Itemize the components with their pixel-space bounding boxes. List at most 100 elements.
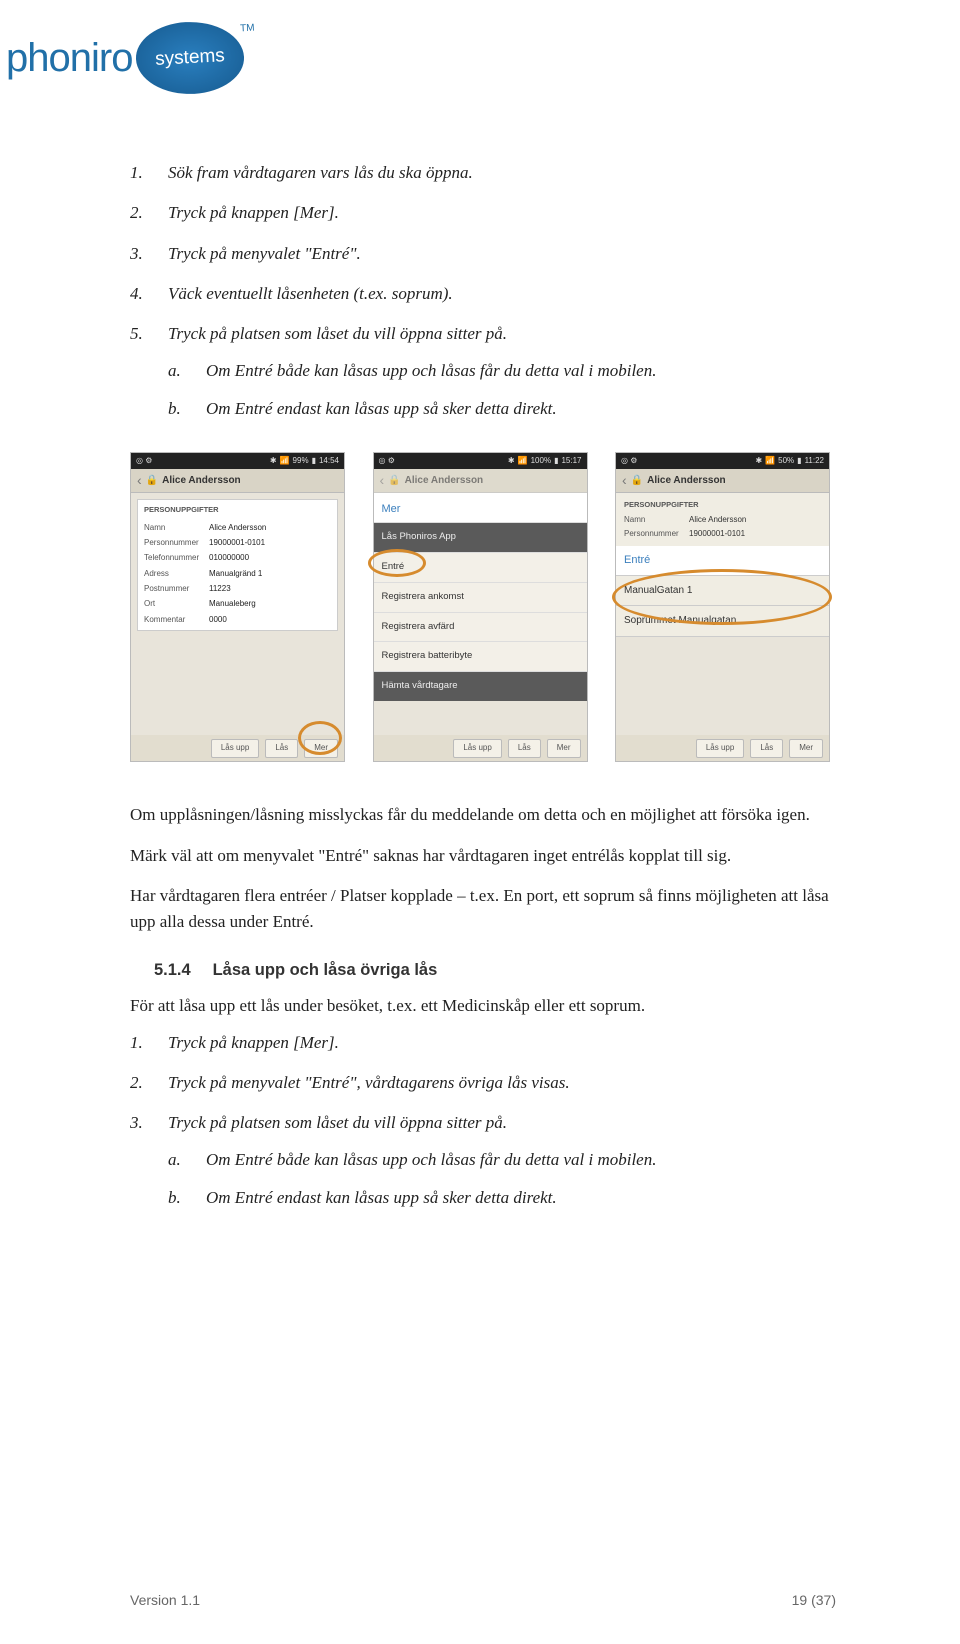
btn-mer[interactable]: Mer	[789, 739, 823, 757]
logo-badge: systems TM	[135, 19, 247, 97]
k-tel: Telefonnummer	[144, 552, 209, 564]
person-panel: PERSONUPPGIFTER NamnAlice Andersson Pers…	[137, 499, 338, 631]
v-namn: Alice Andersson	[209, 522, 266, 534]
paragraph-2: Märk väl att om menyvalet "Entré" saknas…	[130, 843, 830, 869]
title-text: Alice Andersson	[405, 473, 484, 489]
title-text: Alice Andersson	[162, 473, 241, 489]
status-right: ✱ 📶 100% ▮ 15:17	[508, 455, 582, 467]
step-3: Tryck på menyvalet "Entré".	[130, 241, 830, 267]
section-title: Låsa upp och låsa övriga lås	[213, 961, 438, 979]
v-ort: Manualeberg	[209, 598, 256, 610]
location-1[interactable]: ManualGatan 1	[616, 576, 829, 607]
status-bar: ◎ ⚙ ✱ 📶 100% ▮ 15:17	[374, 453, 587, 469]
back-icon[interactable]: ‹	[380, 470, 385, 492]
step514-3-text: Tryck på platsen som låset du vill öppna…	[168, 1113, 507, 1132]
lock-icon: 🔒	[631, 473, 643, 489]
signal-icon: 📶	[518, 455, 528, 467]
step-5b: Om Entré endast kan låsas upp så sker de…	[168, 396, 830, 422]
status-right: ✱ 📶 50% ▮ 11:22	[755, 455, 824, 467]
step-1: Sök fram vårdtagaren vars lås du ska öpp…	[130, 160, 830, 186]
entre-header: Entré	[616, 546, 829, 576]
k3-namn: Namn	[624, 514, 689, 526]
k-namn: Namn	[144, 522, 209, 534]
footer-page: 19 (37)	[792, 1592, 836, 1608]
step514-3a: Om Entré både kan låsas upp och låsas få…	[168, 1147, 830, 1173]
location-2[interactable]: Soprummet Manualgatan	[616, 606, 829, 637]
title-bar: ‹ 🔒 Alice Andersson	[374, 469, 587, 493]
back-icon[interactable]: ‹	[137, 470, 142, 492]
menu-item-hamta[interactable]: Hämta vårdtagare	[374, 671, 587, 701]
step-5-text: Tryck på platsen som låset du vill öppna…	[168, 324, 507, 343]
logo-text: phoniro	[6, 36, 132, 81]
steps-list-1: Sök fram vårdtagaren vars lås du ska öpp…	[130, 160, 830, 422]
document-body: Sök fram vårdtagaren vars lås du ska öpp…	[130, 160, 830, 1225]
status-bar: ◎ ⚙ ✱ 📶 50% ▮ 11:22	[616, 453, 829, 469]
panel-header: PERSONUPPGIFTER	[138, 500, 337, 520]
status-left: ◎ ⚙	[136, 455, 152, 467]
btn-mer[interactable]: Mer	[547, 739, 581, 757]
title-bar: ‹ 🔒 Alice Andersson	[131, 469, 344, 493]
clock: 11:22	[805, 455, 824, 467]
lock-icon: 🔒	[146, 473, 158, 489]
menu-header: Mer	[374, 493, 587, 522]
v-post: 11223	[209, 583, 231, 595]
mer-menu: Mer Lås Phoniros App Entré Registrera an…	[374, 493, 587, 700]
k-adr: Adress	[144, 568, 209, 580]
k-post: Postnummer	[144, 583, 209, 595]
btn-las[interactable]: Lås	[265, 739, 298, 757]
step514-3-sublist: Om Entré både kan låsas upp och låsas få…	[168, 1147, 830, 1212]
screenshot-2: ◎ ⚙ ✱ 📶 100% ▮ 15:17 ‹ 🔒 Alice Andersson…	[373, 452, 588, 762]
status-left: ◎ ⚙	[621, 455, 637, 467]
screenshot-row: ◎ ⚙ ✱ 📶 99% ▮ 14:54 ‹ 🔒 Alice Andersson …	[130, 452, 830, 762]
k3-pn: Personnummer	[624, 528, 689, 540]
clock: 14:54	[319, 455, 339, 467]
k-kom: Kommentar	[144, 614, 209, 626]
v-kom: 0000	[209, 614, 227, 626]
section-number: 5.1.4	[154, 958, 208, 984]
status-bar: ◎ ⚙ ✱ 📶 99% ▮ 14:54	[131, 453, 344, 469]
btn-lasupp[interactable]: Lås upp	[453, 739, 501, 757]
btn-mer[interactable]: Mer	[304, 739, 338, 757]
signal-icon: 📶	[280, 455, 290, 467]
back-icon[interactable]: ‹	[622, 470, 627, 492]
section-heading-514: 5.1.4 Låsa upp och låsa övriga lås	[154, 958, 830, 984]
page-footer: Version 1.1 19 (37)	[130, 1592, 836, 1608]
screenshot-1: ◎ ⚙ ✱ 📶 99% ▮ 14:54 ‹ 🔒 Alice Andersson …	[130, 452, 345, 762]
step-4: Väck eventuellt låsenheten (t.ex. soprum…	[130, 281, 830, 307]
menu-item-lasapp[interactable]: Lås Phoniros App	[374, 522, 587, 552]
battery-text: 100%	[531, 455, 551, 467]
button-bar: Lås upp Lås Mer	[374, 735, 587, 761]
battery-text: 99%	[293, 455, 309, 467]
menu-item-avfard[interactable]: Registrera avfärd	[374, 612, 587, 642]
button-bar: Lås upp Lås Mer	[131, 735, 344, 761]
lock-icon: 🔒	[388, 473, 400, 489]
button-bar: Lås upp Lås Mer	[616, 735, 829, 761]
v3-namn: Alice Andersson	[689, 514, 746, 526]
btn-lasupp[interactable]: Lås upp	[696, 739, 744, 757]
v3-pn: 19000001-0101	[689, 528, 745, 540]
steps-list-514: Tryck på knappen [Mer]. Tryck på menyval…	[130, 1030, 830, 1212]
signal-icon: 📶	[765, 455, 775, 467]
step-5: Tryck på platsen som låset du vill öppna…	[130, 321, 830, 422]
title-text: Alice Andersson	[647, 473, 726, 489]
menu-item-ankomst[interactable]: Registrera ankomst	[374, 582, 587, 612]
menu-item-batteri[interactable]: Registrera batteribyte	[374, 641, 587, 671]
btn-lasupp[interactable]: Lås upp	[211, 739, 259, 757]
step-5-sublist: Om Entré både kan låsas upp och låsas få…	[168, 358, 830, 423]
intro-514: För att låsa upp ett lås under besöket, …	[130, 993, 830, 1019]
step-2: Tryck på knappen [Mer].	[130, 200, 830, 226]
logo-badge-text: systems	[155, 45, 226, 71]
footer-version: Version 1.1	[130, 1592, 200, 1608]
paragraph-3: Har vårdtagaren flera entréer / Platser …	[130, 883, 830, 936]
logo: phoniro systems TM	[6, 22, 244, 94]
logo-tm: TM	[240, 23, 255, 35]
panel-header-3: PERSONUPPGIFTER	[616, 495, 829, 513]
battery-icon: ▮	[312, 455, 316, 467]
v-tel: 010000000	[209, 552, 249, 564]
btn-las[interactable]: Lås	[750, 739, 783, 757]
btn-las[interactable]: Lås	[508, 739, 541, 757]
menu-item-entre[interactable]: Entré	[374, 552, 587, 582]
v-pn: 19000001-0101	[209, 537, 265, 549]
v-adr: Manualgränd 1	[209, 568, 262, 580]
bluetooth-icon: ✱	[508, 455, 515, 467]
